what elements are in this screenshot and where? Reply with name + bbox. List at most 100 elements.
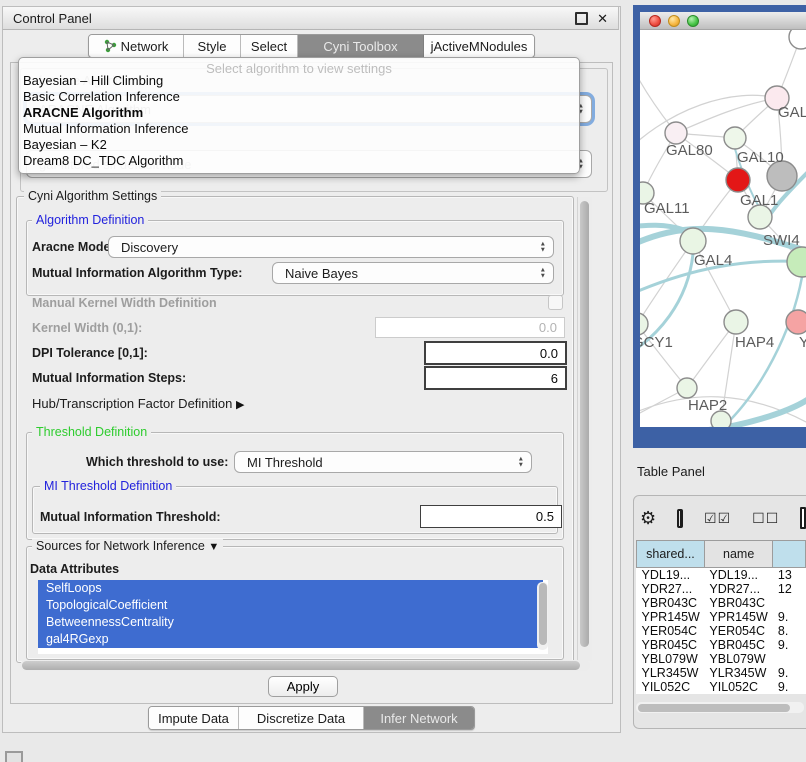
sources-group-title: Sources for Network Inference ▼	[32, 539, 223, 553]
table-row[interactable]: YDR27...YDR27...12	[637, 582, 806, 596]
float-window-icon[interactable]	[575, 12, 588, 25]
dropdown-item[interactable]: Bayesian – K2	[21, 137, 107, 153]
network-edge	[676, 98, 777, 133]
node-red[interactable]	[726, 168, 750, 192]
top-tab-bar: NetworkStyleSelectCyni ToolboxjActiveMNo…	[88, 34, 535, 58]
close-icon[interactable]: ✕	[597, 12, 608, 25]
mi-algorithm-type-combo[interactable]: Naive Bayes ▲▼	[272, 262, 554, 284]
node-top[interactable]	[789, 30, 806, 49]
tab-select[interactable]: Select	[241, 35, 298, 57]
node-label: GAL80	[666, 142, 713, 159]
manual-kernel-width-label: Manual Kernel Width Definition	[32, 296, 217, 310]
algorithm-dropdown-list: Select algorithm to view settings Bayesi…	[18, 57, 580, 174]
unchecked-checkboxes-icon[interactable]: ☐☐	[752, 510, 779, 527]
checked-checkboxes-icon[interactable]: ☑☑	[704, 510, 731, 527]
dpi-tolerance-label: DPI Tolerance [0,1]:	[32, 346, 148, 360]
window-zoom-button[interactable]	[687, 15, 699, 27]
aracne-mode-label: Aracne Mode:	[32, 240, 115, 254]
attribute-list-item[interactable]: SelfLoops	[38, 580, 543, 597]
gear-icon[interactable]: ⚙	[640, 509, 656, 527]
column-header[interactable]: name	[704, 541, 773, 568]
network-edge	[640, 241, 693, 324]
node-label: SWI4	[763, 232, 800, 249]
attribute-list-item[interactable]: TopologicalCoefficient	[38, 597, 543, 614]
attribute-list-item[interactable]: gal4RGexp	[38, 631, 543, 648]
node-y[interactable]	[786, 310, 806, 334]
kernel-width-label: Kernel Width (0,1):	[32, 321, 142, 335]
table-panel-title: Table Panel	[637, 464, 705, 479]
window-close-button[interactable]	[649, 15, 661, 27]
document-icon[interactable]	[800, 507, 806, 529]
node-table: shared...nameYDL19...YDL19...13YDR27...Y…	[636, 540, 806, 700]
tab-network[interactable]: Network	[89, 35, 184, 57]
node-hap2[interactable]	[677, 378, 697, 398]
settings-vertical-scrollbar[interactable]	[577, 197, 592, 661]
dropdown-item[interactable]: Basic Correlation Inference	[21, 89, 180, 105]
application-root: Control Panel ✕ NetworkStyleSelectCyni T…	[0, 0, 806, 762]
corner-widget-icon[interactable]	[5, 751, 23, 762]
node-gal10[interactable]	[724, 127, 746, 149]
node-label: HAP4	[735, 334, 774, 351]
node-label: GAL10	[737, 149, 784, 166]
dropdown-item[interactable]: ARACNE Algorithm	[21, 105, 143, 121]
combo-stepper-icon: ▲▼	[540, 242, 546, 253]
dropdown-item[interactable]: Dream8 DC_TDC Algorithm	[21, 153, 183, 169]
tab-infer-network[interactable]: Infer Network	[364, 707, 474, 729]
expand-right-icon[interactable]: ▶	[236, 399, 244, 411]
hub-definition-expander[interactable]: Hub/Transcription Factor Definition ▶	[32, 396, 244, 411]
mi-threshold-group-title: MI Threshold Definition	[40, 479, 176, 493]
table-row[interactable]: YPR145WYPR145W9.	[637, 610, 806, 624]
tab-style[interactable]: Style	[184, 35, 241, 57]
dropdown-item[interactable]: Bayesian – Hill Climbing	[21, 73, 163, 89]
tab-cyni-toolbox[interactable]: Cyni Toolbox	[298, 35, 424, 57]
attribute-list-item[interactable]: BetweennessCentrality	[38, 614, 543, 631]
collapse-down-icon[interactable]: ▼	[208, 541, 219, 553]
mi-threshold-label: Mutual Information Threshold:	[40, 510, 221, 524]
node-gal4[interactable]	[680, 228, 706, 254]
network-edge	[640, 58, 676, 133]
node-swi4[interactable]	[787, 247, 806, 277]
column-header[interactable]	[773, 541, 806, 568]
which-threshold-combo[interactable]: MI Threshold ▲▼	[234, 451, 532, 473]
table-row[interactable]: YIL052CYIL052C9.	[637, 680, 806, 694]
table-row[interactable]: YBR043CYBR043C	[637, 596, 806, 610]
tab-impute-data[interactable]: Impute Data	[149, 707, 239, 729]
control-panel-titlebar: Control Panel ✕	[2, 6, 619, 30]
network-canvas[interactable]: GALGAL80GAL10GAL1GAL11SWI4GAL4GCY1HAP4YH…	[640, 30, 806, 427]
table-row[interactable]: YER054CYER054C8.	[637, 624, 806, 638]
mi-steps-label: Mutual Information Steps:	[32, 371, 186, 385]
node-label: GAL4	[694, 252, 732, 269]
table-horizontal-scrollbar[interactable]	[636, 702, 804, 713]
algorithm-definition-title: Algorithm Definition	[32, 213, 148, 227]
table-panel-toolbar: ⚙ ☑☑ ☐☐	[640, 507, 806, 529]
kernel-width-field[interactable]: 0.0	[375, 317, 565, 338]
columns-icon[interactable]	[677, 509, 683, 528]
tab-discretize-data[interactable]: Discretize Data	[239, 707, 364, 729]
network-icon	[104, 39, 117, 53]
node-hap4[interactable]	[724, 310, 748, 334]
node-label: GAL	[778, 104, 806, 121]
table-row[interactable]: YBL079WYBL079W	[637, 652, 806, 666]
manual-kernel-width-checkbox[interactable]	[548, 295, 563, 310]
attributes-list-scrollbar[interactable]	[537, 582, 548, 650]
node-gal80[interactable]	[665, 122, 687, 144]
settings-horizontal-scrollbar[interactable]	[20, 660, 590, 671]
node-label: GCY1	[640, 334, 673, 351]
panel-title: Control Panel	[13, 11, 92, 26]
dropdown-item[interactable]: Mutual Information Inference	[21, 121, 188, 137]
aracne-mode-combo[interactable]: Discovery ▲▼	[108, 236, 554, 258]
table-row[interactable]: YBR045CYBR045C9.	[637, 638, 806, 652]
mi-threshold-field[interactable]: 0.5	[420, 505, 562, 528]
apply-button[interactable]: Apply	[268, 676, 338, 697]
column-header[interactable]: shared...	[637, 541, 705, 568]
table-row[interactable]: YDL19...YDL19...13	[637, 568, 806, 583]
data-attributes-list[interactable]: SelfLoopsTopologicalCoefficientBetweenne…	[38, 580, 548, 654]
mi-steps-field[interactable]: 6	[424, 366, 567, 390]
tab-jactivemnodules[interactable]: jActiveMNodules	[424, 35, 534, 57]
data-attributes-label: Data Attributes	[30, 562, 119, 576]
table-row[interactable]: YLR345WYLR345W9.	[637, 666, 806, 680]
node-gcy1[interactable]	[640, 313, 648, 335]
dpi-tolerance-field[interactable]: 0.0	[424, 341, 567, 365]
window-minimize-button[interactable]	[668, 15, 680, 27]
node-label: Y	[799, 334, 806, 351]
